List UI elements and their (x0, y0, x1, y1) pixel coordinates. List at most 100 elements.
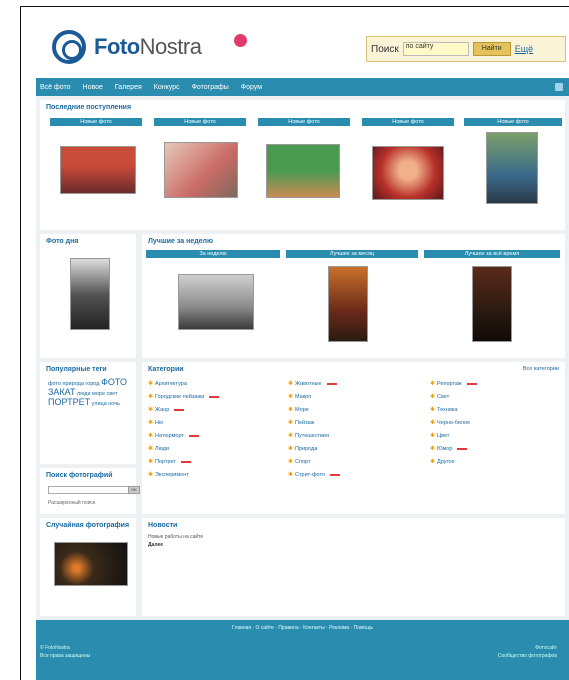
search-button[interactable]: Найти (472, 42, 511, 56)
category-star-icon: ✱ (288, 381, 294, 387)
category-link[interactable]: ✱ Юмор (430, 445, 468, 452)
tag-link[interactable]: ФОТО (101, 377, 127, 387)
logo-badge-icon (234, 34, 247, 47)
category-label: Макро (295, 393, 312, 400)
site-header: FotoNostra Поиск по сайту Найти Ещё (36, 20, 569, 78)
footer-copyright: © FotoNostra (40, 645, 70, 651)
latest-photo-thumbnail[interactable] (372, 146, 444, 200)
new-marker-icon (457, 447, 468, 450)
category-star-icon: ✱ (148, 394, 154, 400)
best-photo-thumbnail[interactable] (472, 266, 512, 342)
category-star-icon: ✱ (288, 446, 294, 452)
news-more-link[interactable]: Далее (148, 542, 163, 548)
category-link[interactable]: ✱ Архитектура (148, 380, 187, 388)
tags-title: Популярные теги (46, 366, 107, 373)
category-link[interactable]: ✱ Люди (148, 445, 169, 453)
category-label: Природа (295, 445, 318, 452)
nav-item[interactable]: Форум (241, 84, 262, 91)
header-search: Поиск по сайту Найти Ещё (366, 36, 566, 62)
category-link[interactable]: ✱ Другое (430, 458, 455, 466)
page: FotoNostra Поиск по сайту Найти Ещё Всё … (36, 20, 569, 680)
category-star-icon: ✱ (148, 433, 154, 439)
new-marker-icon (466, 382, 477, 385)
category-link[interactable]: ✱ Природа (288, 445, 318, 453)
category-label: Репортаж (437, 380, 462, 387)
best-photo-thumbnail[interactable] (178, 274, 254, 330)
advanced-search-link[interactable]: Ещё (515, 44, 533, 54)
footer-right: Фотосайт Сообщество фотографов (498, 644, 557, 660)
best-column-head: Лучшее за месяц (286, 250, 418, 258)
category-star-icon: ✱ (148, 472, 154, 478)
tags-panel: Популярные теги фото природа город ФОТО … (40, 362, 136, 464)
category-link[interactable]: ✱ Жанр (148, 406, 185, 413)
categories-title: Категории (148, 366, 184, 373)
category-star-icon: ✱ (288, 407, 294, 413)
category-link[interactable]: ✱ Ню (148, 419, 163, 427)
category-star-icon: ✱ (288, 433, 294, 439)
category-link[interactable]: ✱ Натюрморт (148, 432, 199, 439)
category-link[interactable]: ✱ Пейзаж (288, 419, 315, 427)
photo-search-hint[interactable]: Расширенный поиск (48, 500, 95, 506)
all-categories-link[interactable]: Все категории (523, 366, 559, 372)
nav-item[interactable]: Фотографы (192, 84, 229, 91)
category-link[interactable]: ✱ Свет (430, 393, 449, 401)
random-photo-thumbnail[interactable] (54, 542, 128, 586)
tag-link[interactable]: ЗАКАТ (48, 387, 75, 397)
nav-item[interactable]: Конкурс (154, 84, 180, 91)
site-footer: Главная · О сайте · Правила · Контакты ·… (36, 620, 569, 680)
latest-photo-thumbnail[interactable] (266, 144, 340, 198)
category-link[interactable]: ✱ Цвет (430, 432, 449, 440)
site-logo[interactable]: FotoNostra (52, 30, 247, 64)
latest-column-head: Новые фото (464, 118, 562, 126)
photo-search-input[interactable] (48, 486, 138, 494)
search-input[interactable]: по сайту (402, 42, 469, 56)
latest-photos-panel: Последние поступления Новые фото Новые ф… (40, 100, 565, 230)
category-link[interactable]: ✱ Путешествия (288, 432, 329, 440)
best-photos-title: Лучшие за неделю (148, 238, 213, 245)
category-star-icon: ✱ (430, 420, 436, 426)
category-link[interactable]: ✱ Техника (430, 406, 457, 414)
latest-column-head: Новые фото (258, 118, 350, 126)
category-label: Животные (295, 380, 322, 387)
category-link[interactable]: ✱ Стрит-фото (288, 471, 340, 478)
photo-search-button[interactable]: OK (128, 486, 140, 494)
category-star-icon: ✱ (148, 420, 154, 426)
new-marker-icon (180, 460, 191, 463)
nav-item[interactable]: Новое (83, 84, 103, 91)
nav-item[interactable]: Галерея (115, 84, 142, 91)
latest-photo-thumbnail[interactable] (164, 142, 238, 198)
best-photo-thumbnail[interactable] (328, 266, 368, 342)
tag-link[interactable]: улица ночь (92, 401, 120, 407)
latest-photo-thumbnail[interactable] (486, 132, 538, 204)
nav-item[interactable]: Всё фото (40, 84, 71, 91)
category-link[interactable]: ✱ Макро (288, 393, 312, 401)
category-link[interactable]: ✱ Черно-белое (430, 419, 470, 427)
latest-column-head: Новые фото (50, 118, 142, 126)
category-label: Жанр (155, 406, 170, 413)
category-link[interactable]: ✱ Портрет (148, 458, 191, 465)
news-text: Новые работы на сайте (148, 534, 204, 540)
latest-photo-thumbnail[interactable] (60, 146, 136, 194)
tag-link[interactable]: ПОРТРЕТ (48, 397, 90, 407)
category-star-icon: ✱ (148, 446, 154, 452)
latest-photos-title: Последние поступления (46, 104, 132, 111)
new-marker-icon (329, 473, 340, 476)
category-label: Пейзаж (295, 419, 315, 426)
category-link[interactable]: ✱ Море (288, 406, 309, 414)
footer-right-line: Сообщество фотографов (497, 653, 557, 659)
rss-icon[interactable] (555, 83, 563, 91)
photo-of-day-thumbnail[interactable] (70, 258, 110, 330)
new-marker-icon (188, 434, 199, 437)
logo-text-nostra: Nostra (139, 34, 202, 59)
category-link[interactable]: ✱ Животные (288, 380, 337, 387)
category-star-icon: ✱ (430, 459, 436, 465)
category-link[interactable]: ✱ Спорт (288, 458, 311, 466)
photo-search-panel: Поиск фотографий OK Расширенный поиск (40, 468, 140, 514)
category-link[interactable]: ✱ Городские пейзажи (148, 393, 220, 400)
category-label: Натюрморт (155, 432, 184, 439)
category-link[interactable]: ✱ Репортаж (430, 380, 477, 387)
category-link[interactable]: ✱ Эксперимент (148, 471, 189, 479)
footer-links[interactable]: Главная · О сайте · Правила · Контакты ·… (36, 620, 569, 631)
tag-cloud: фото природа город ФОТО ЗАКАТ люди море … (48, 378, 138, 408)
logo-text: FotoNostra (94, 34, 202, 60)
